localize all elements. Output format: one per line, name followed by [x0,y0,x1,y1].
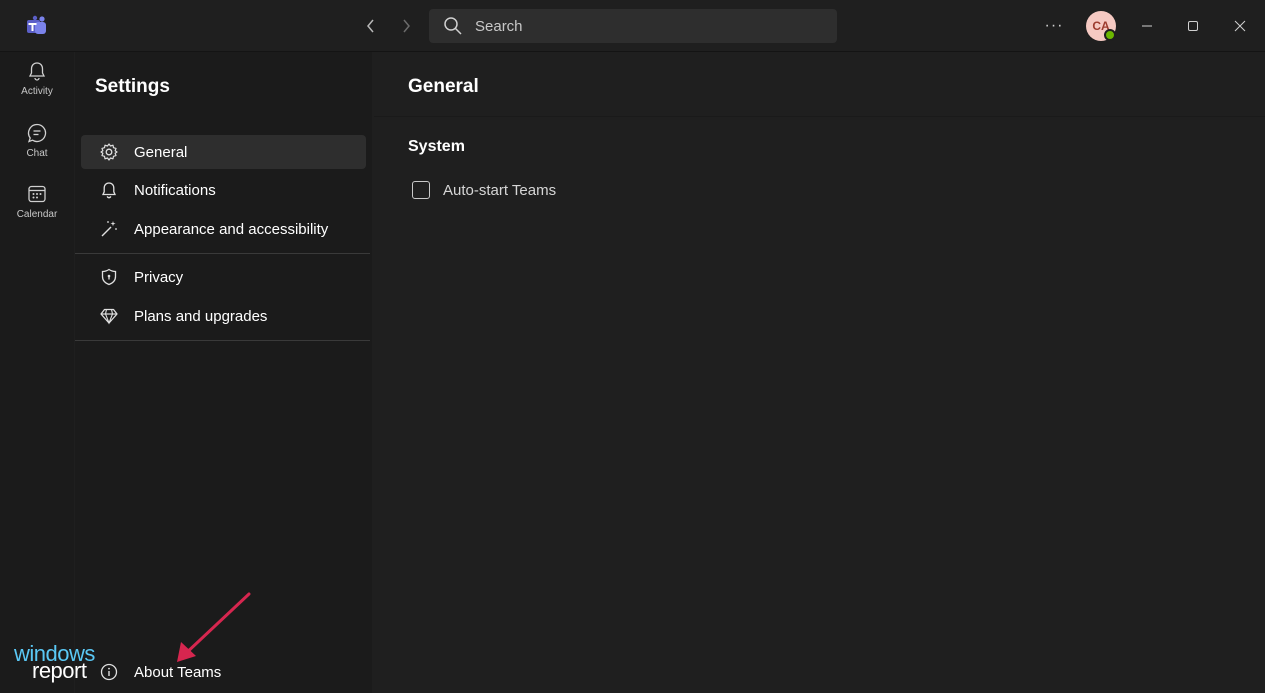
bell-icon [101,182,117,199]
settings-title: Settings [95,76,170,97]
watermark-line2: report [32,658,87,683]
auto-start-label: Auto-start Teams [443,181,557,199]
section-title-system: System [408,138,465,155]
settings-item-notifications[interactable]: Notifications [81,173,366,207]
header-divider [374,116,1265,117]
maximize-icon [1188,21,1198,31]
chat-icon [27,123,47,143]
presence-available-icon [1104,29,1116,41]
search-icon [444,17,462,35]
diamond-icon [100,308,118,325]
settings-item-label: Appearance and accessibility [134,220,329,238]
settings-item-plans[interactable]: Plans and upgrades [81,299,366,333]
settings-item-label: Plans and upgrades [134,307,268,325]
settings-item-appearance[interactable]: Appearance and accessibility [81,212,366,246]
back-button[interactable] [360,14,382,38]
rail-item-chat[interactable]: Chat [0,122,74,174]
settings-item-general[interactable]: General [81,135,366,169]
search-box[interactable]: Search [429,9,837,43]
settings-item-label: Notifications [134,181,216,199]
minimize-icon [1142,25,1152,27]
settings-item-label: General [134,143,188,161]
rail-label: Activity [21,86,53,97]
chevron-left-icon [367,19,374,33]
settings-item-label: Privacy [134,268,184,286]
close-button[interactable] [1226,12,1254,40]
rail-label: Chat [26,148,48,159]
magic-wand-icon [101,221,117,237]
teams-window: Search ··· CA Activity Chat Calendar Set… [0,0,1265,693]
windows-report-watermark: windows report [14,643,104,687]
annotation-arrow-icon [177,592,251,662]
settings-item-privacy[interactable]: Privacy [81,260,366,294]
title-bar: Search ··· CA [0,0,1265,52]
teams-logo-icon[interactable] [25,14,49,38]
calendar-icon [28,185,46,203]
search-placeholder: Search [475,17,523,35]
chevron-right-icon [403,19,410,33]
more-options-button[interactable]: ··· [1043,14,1065,38]
auto-start-teams-option[interactable]: Auto-start Teams [412,181,556,199]
forward-button[interactable] [395,14,417,38]
main-content: General System Auto-start Teams [374,52,1265,693]
rail-item-activity[interactable]: Activity [0,60,74,112]
minimize-button[interactable] [1133,12,1161,40]
page-title: General [408,76,479,97]
shield-icon [101,268,117,286]
maximize-button[interactable] [1179,12,1207,40]
close-icon [1234,20,1246,32]
gear-icon [100,143,118,161]
auto-start-checkbox[interactable] [412,181,430,199]
settings-divider [75,340,370,341]
rail-label: Calendar [16,209,58,220]
settings-divider [75,253,370,254]
rail-item-calendar[interactable]: Calendar [0,183,74,235]
app-rail: Activity Chat Calendar [0,52,74,693]
bell-icon [28,62,46,81]
